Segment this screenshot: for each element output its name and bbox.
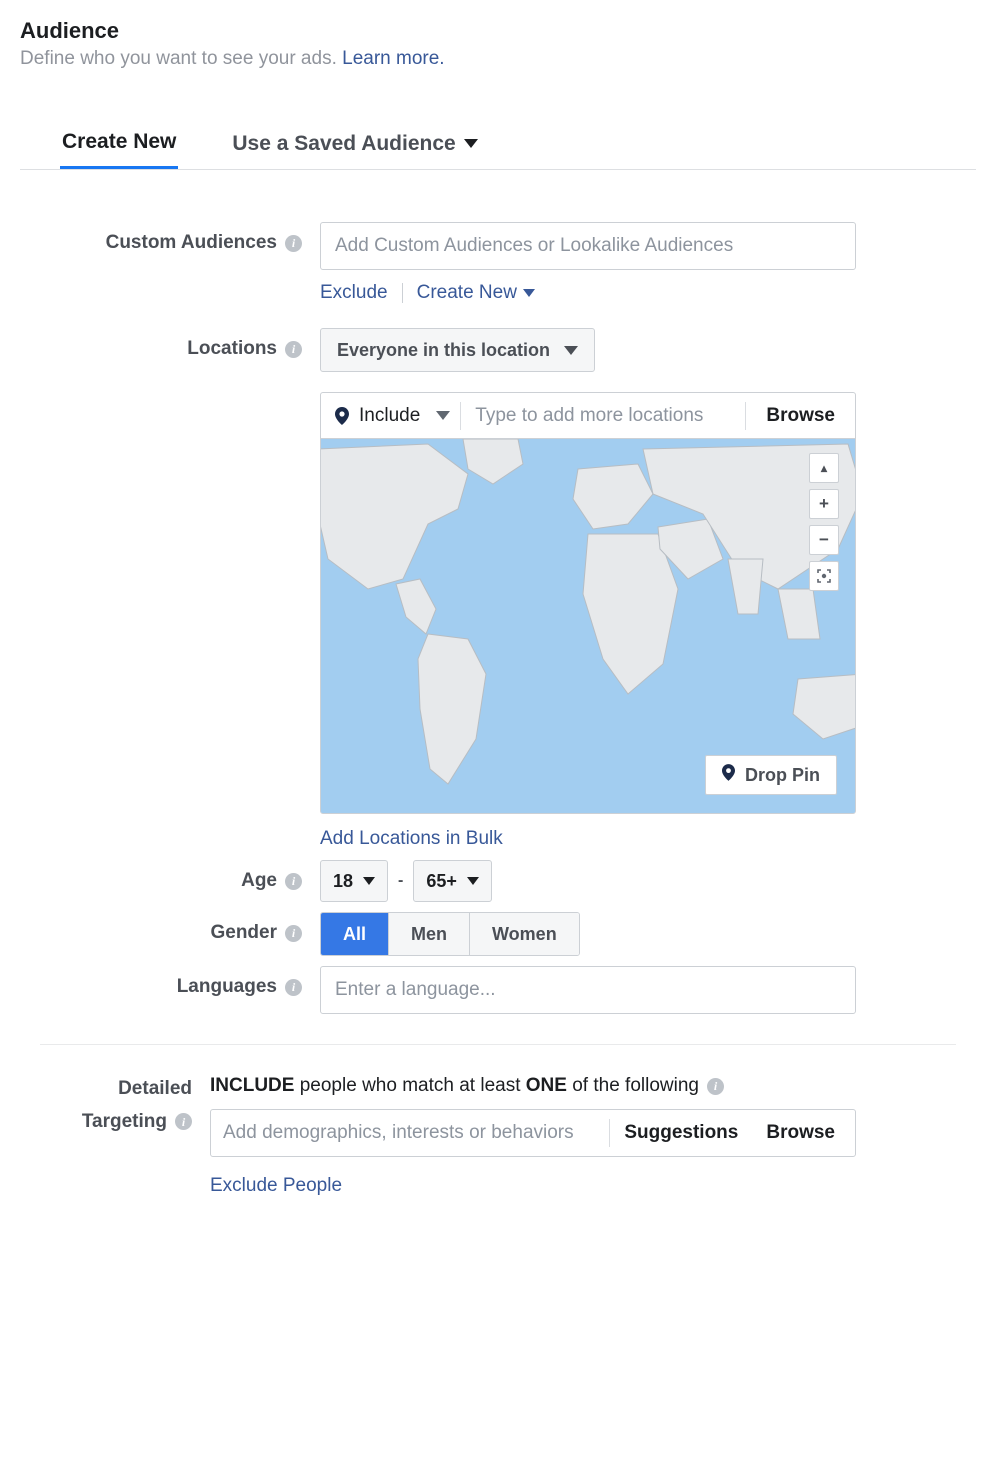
tab-saved-audience-label: Use a Saved Audience <box>232 132 455 156</box>
age-max-value: 65+ <box>426 871 457 892</box>
divider <box>745 402 746 430</box>
learn-more-link[interactable]: Learn more. <box>342 48 444 69</box>
custom-audiences-create-new-link[interactable]: Create New <box>417 282 535 304</box>
locations-input-bar: Include Browse <box>321 393 855 439</box>
custom-audiences-label: Custom Audiences <box>106 232 277 254</box>
map-pan-up-button[interactable]: ▴ <box>809 453 839 483</box>
map-zoom-out-button[interactable]: − <box>809 525 839 555</box>
pin-icon <box>722 764 735 786</box>
caret-down-icon <box>464 139 478 148</box>
recenter-icon <box>817 569 831 583</box>
locations-scope-value: Everyone in this location <box>337 340 550 361</box>
gender-label: Gender <box>210 922 277 944</box>
map-controls: ▴ + − <box>809 453 839 591</box>
map-zoom-in-button[interactable]: + <box>809 489 839 519</box>
caret-down-icon <box>523 289 535 297</box>
include-word: INCLUDE <box>210 1075 294 1096</box>
custom-audiences-input[interactable] <box>320 222 856 270</box>
add-locations-bulk-link[interactable]: Add Locations in Bulk <box>320 828 503 850</box>
locations-input[interactable] <box>471 405 735 427</box>
locations-include-label[interactable]: Include <box>359 405 420 427</box>
divider <box>402 283 403 303</box>
locations-map[interactable]: ▴ + − Drop Pin <box>321 439 855 813</box>
age-min-value: 18 <box>333 871 353 892</box>
caret-down-icon <box>363 877 375 885</box>
age-label: Age <box>241 870 277 892</box>
title-post: of the following <box>567 1075 699 1096</box>
caret-down-icon <box>564 346 578 355</box>
age-max-select[interactable]: 65+ <box>413 860 492 902</box>
locations-scope-select[interactable]: Everyone in this location <box>320 328 595 372</box>
info-icon[interactable]: i <box>285 925 302 942</box>
page-title: Audience <box>20 18 976 44</box>
page-subtitle: Define who you want to see your ads. Lea… <box>20 48 976 70</box>
detailed-targeting-row: Suggestions Browse <box>210 1109 856 1157</box>
divider <box>460 402 461 430</box>
detailed-include-title: INCLUDE people who match at least ONE of… <box>210 1075 856 1097</box>
languages-label: Languages <box>177 976 277 998</box>
title-mid: people who match at least <box>294 1075 525 1096</box>
custom-audiences-exclude-link[interactable]: Exclude <box>320 282 388 304</box>
section-divider <box>40 1044 956 1045</box>
detailed-label-1: Detailed <box>118 1075 192 1104</box>
info-icon[interactable]: i <box>285 235 302 252</box>
suggestions-button[interactable]: Suggestions <box>610 1122 752 1144</box>
age-dash: - <box>398 872 403 890</box>
subtitle-text: Define who you want to see your ads. <box>20 48 342 69</box>
tabs: Create New Use a Saved Audience <box>20 70 976 170</box>
pin-icon <box>335 407 349 425</box>
caret-down-icon <box>467 877 479 885</box>
info-icon[interactable]: i <box>285 979 302 996</box>
gender-all-button[interactable]: All <box>321 913 388 955</box>
tab-create-new[interactable]: Create New <box>60 130 178 169</box>
exclude-people-link[interactable]: Exclude People <box>210 1175 342 1196</box>
locations-label: Locations <box>187 338 277 360</box>
info-icon[interactable]: i <box>285 341 302 358</box>
one-word: ONE <box>526 1075 567 1096</box>
create-new-label: Create New <box>417 282 517 304</box>
detailed-browse-button[interactable]: Browse <box>752 1122 849 1144</box>
map-recenter-button[interactable] <box>809 561 839 591</box>
locations-browse-button[interactable]: Browse <box>756 405 845 427</box>
gender-men-button[interactable]: Men <box>388 913 469 955</box>
info-icon[interactable]: i <box>707 1078 724 1095</box>
info-icon[interactable]: i <box>285 873 302 890</box>
gender-women-button[interactable]: Women <box>469 913 579 955</box>
drop-pin-button[interactable]: Drop Pin <box>705 755 837 795</box>
drop-pin-label: Drop Pin <box>745 765 820 786</box>
locations-box: Include Browse <box>320 392 856 814</box>
caret-down-icon[interactable] <box>436 411 450 420</box>
gender-segmented: All Men Women <box>320 912 580 956</box>
detailed-targeting-input[interactable] <box>211 1122 609 1144</box>
detailed-label-2: Targeting <box>82 1108 167 1137</box>
tab-saved-audience[interactable]: Use a Saved Audience <box>230 130 479 169</box>
info-icon[interactable]: i <box>175 1113 192 1130</box>
languages-input[interactable] <box>320 966 856 1014</box>
age-min-select[interactable]: 18 <box>320 860 388 902</box>
